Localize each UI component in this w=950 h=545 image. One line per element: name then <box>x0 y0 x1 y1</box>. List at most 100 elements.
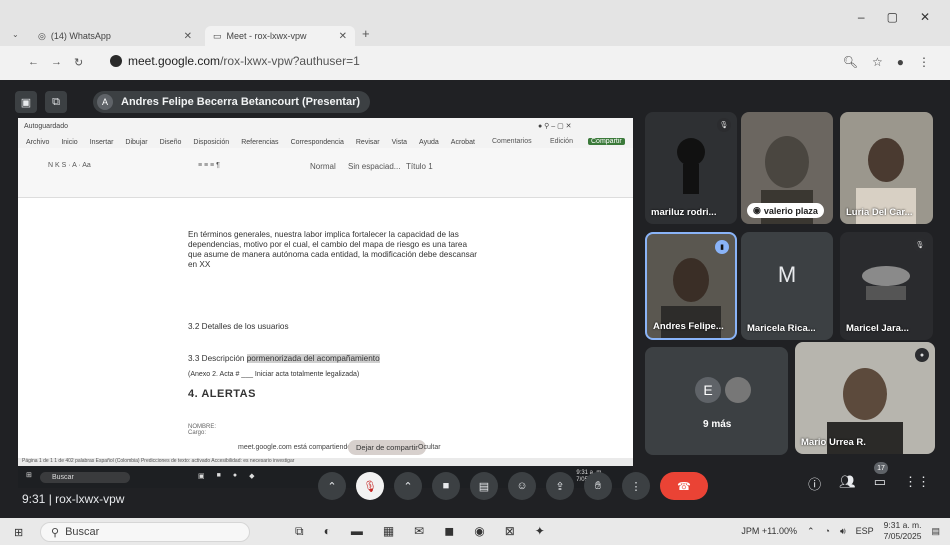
shared-search-box: Buscar <box>40 472 130 483</box>
menu-item: Diseño <box>159 138 182 146</box>
self-view-tile[interactable]: ● Mario Urrea R. <box>795 342 935 454</box>
edit-label: Edición <box>550 138 573 145</box>
emoji-button[interactable]: ☺ <box>508 472 536 500</box>
task-view-icon[interactable]: ⧉ <box>295 524 304 539</box>
outlook-icon[interactable]: ◼ <box>444 524 454 539</box>
word-title-bar: Autoguardado ● ⚲ – ▢ ✕ <box>18 118 633 136</box>
explorer-icon[interactable]: ▬ <box>351 524 363 539</box>
paragraph-controls-icon: ≡ ≡ ≡ ¶ <box>198 162 220 169</box>
mail-icon[interactable]: ✉ <box>414 524 424 539</box>
windows-start-icon: ⊞ <box>26 472 32 479</box>
wifi-icon[interactable]: ◔ <box>825 526 830 536</box>
clock-time: 9:31 a. m. <box>883 520 922 530</box>
doc-annex-note: (Anexo 2. Acta # ___ Iniciar acta totalm… <box>188 371 360 378</box>
participant-name: mariluz rodri... <box>651 207 717 218</box>
doc-section-heading: 3.2 Detalles de los usuarios <box>188 322 289 331</box>
people-icon[interactable]: 👥︎ <box>839 474 856 493</box>
leave-call-button[interactable]: ☎︎ <box>660 472 708 500</box>
menu-item: Inicio <box>61 138 78 146</box>
nav-buttons: ← → ↻ <box>28 56 83 69</box>
menu-item: Referencias <box>241 138 279 146</box>
notifications-icon[interactable]: ▤ <box>931 526 940 537</box>
mic-off-icon: ● <box>915 348 929 362</box>
copilot-icon[interactable]: ✦ <box>535 524 545 539</box>
back-icon[interactable]: ← <box>28 56 39 69</box>
app-icon: ◆ <box>249 473 255 480</box>
taskbar-search-box[interactable]: ⚲ Buscar <box>40 522 250 542</box>
volume-icon[interactable]: 🔊︎ <box>840 526 846 537</box>
participant-name: Maricela Rica... <box>747 323 816 334</box>
language-indicator[interactable]: ESP <box>856 526 874 536</box>
font-controls-icon: N K S · A · Aa <box>48 162 91 169</box>
more-avatars: E <box>695 377 751 403</box>
style-nospacing: Sin espaciad... <box>348 162 401 171</box>
menu-kebab-icon[interactable]: ⋮ <box>918 55 930 69</box>
presenter-chip: A Andres Felipe Becerra Betancourt (Pres… <box>93 91 371 113</box>
camera-options-icon[interactable]: ⌃ <box>394 472 422 500</box>
participant-tile[interactable]: ◉ valerio plaza <box>741 112 833 224</box>
forward-icon[interactable]: → <box>51 56 62 69</box>
minimize-icon[interactable]: – <box>858 10 865 24</box>
taskbar-clock[interactable]: 9:31 a. m. 7/05/2025 <box>884 520 922 542</box>
whatsapp-icon: ◎ <box>38 30 46 41</box>
participant-tile-speaking[interactable]: ▮ Andres Felipe... <box>645 232 737 340</box>
mic-toggle-button[interactable]: 🎙︎ <box>356 472 384 500</box>
info-icon[interactable]: ⓘ <box>808 474 821 493</box>
bookmark-star-icon[interactable]: ☆ <box>872 55 883 69</box>
close-tab-icon[interactable]: ✕ <box>184 31 192 42</box>
meeting-time-code: 9:31 | rox-lxwx-vpw <box>22 492 125 506</box>
chat-icon[interactable]: ▭ <box>874 474 886 493</box>
doc-section-heading: 3.3 Descripción pormenorizada del acompa… <box>188 354 380 364</box>
store-icon[interactable]: ▦ <box>383 524 394 539</box>
address-bar: ← → ↻ meet.google.com/rox-lxwx-vpw?authu… <box>0 46 950 80</box>
menu-item: Revisar <box>355 138 380 146</box>
chrome-icon[interactable]: ◉ <box>474 524 484 539</box>
activities-icon[interactable]: ⋮⋮ <box>904 474 930 493</box>
pin-icon[interactable]: ⧉ <box>45 91 67 113</box>
more-options-button[interactable]: ⋮ <box>622 472 650 500</box>
screen-share-notice: meet.google.com está compartiendo la pan… <box>18 436 633 458</box>
tab-meet[interactable]: ▭ Meet - rox-lxwx-vpw ✕ <box>205 26 355 46</box>
autosave-label: Autoguardado <box>24 123 68 130</box>
presenter-avatar: A <box>97 94 113 110</box>
url-field[interactable]: meet.google.com/rox-lxwx-vpw?authuser=1 <box>110 54 360 68</box>
maximize-icon[interactable]: ▢ <box>887 10 898 24</box>
hide-button: Ocultar <box>418 444 441 451</box>
tab-whatsapp[interactable]: ◎ (14) WhatsApp ✕ <box>30 26 200 46</box>
raise-hand-button[interactable]: ✋︎ <box>584 472 612 500</box>
windows-taskbar: ⊞ ⚲ Buscar ⧉ ◐ ▬ ▦ ✉ ◼ ◉ ⊠ ✦ JPM +11.00%… <box>0 518 950 545</box>
more-participants-tile[interactable]: E 9 más <box>645 347 788 455</box>
tab-search-icon[interactable]: ⌄ <box>12 30 19 39</box>
windows-start-icon[interactable]: ⊞ <box>14 526 23 539</box>
participant-tile[interactable]: 🎙︎ mariluz rodri... <box>645 112 737 224</box>
present-button[interactable]: ⇪ <box>546 472 574 500</box>
meeting-side-controls: ⓘ 👥︎ ▭ ⋮⋮ <box>808 474 930 493</box>
close-tab-icon[interactable]: ✕ <box>339 31 347 42</box>
close-window-icon[interactable]: ✕ <box>920 10 930 24</box>
meet-icon: ▭ <box>213 30 222 41</box>
ribbon-icons: ● ⚲ – ▢ ✕ <box>538 123 572 130</box>
site-info-icon[interactable] <box>110 55 122 67</box>
system-tray: JPM +11.00% ⌃ ◔ 🔊︎ ESP 9:31 a. m. 7/05/2… <box>741 520 940 542</box>
mic-options-icon[interactable]: ⌃ <box>318 472 346 500</box>
edge-icon[interactable]: ◐ <box>324 524 331 539</box>
participant-tile[interactable]: Luria Del Car... <box>840 112 933 224</box>
captions-button[interactable]: ▤ <box>470 472 498 500</box>
camera-toggle-button[interactable]: ■ <box>432 472 460 500</box>
chevron-up-icon[interactable]: ⌃ <box>807 526 815 537</box>
clock-date: 7/05/2025 <box>883 531 922 541</box>
excel-icon[interactable]: ⊠ <box>505 524 515 539</box>
menu-item: Disposición <box>193 138 230 146</box>
new-tab-icon[interactable]: + <box>362 26 370 41</box>
participant-tile[interactable]: 🎙︎ Maricel Jara... <box>840 232 933 340</box>
speaking-chip: ◉ valerio plaza <box>747 203 824 218</box>
layout-icon[interactable]: ▣ <box>15 91 37 113</box>
profile-icon[interactable]: ● <box>897 55 904 69</box>
participant-tile[interactable]: M Maricela Rica... <box>741 232 833 340</box>
window-controls: – ▢ ✕ <box>858 10 930 24</box>
zoom-icon[interactable]: 🔍︎ <box>843 55 858 69</box>
taskbar-apps: ⧉ ◐ ▬ ▦ ✉ ◼ ◉ ⊠ ✦ <box>295 524 545 539</box>
doc-highlighted-text: pormenorizada del acompañamiento <box>246 354 380 363</box>
search-placeholder: Buscar <box>65 526 100 538</box>
reload-icon[interactable]: ↻ <box>74 56 83 69</box>
